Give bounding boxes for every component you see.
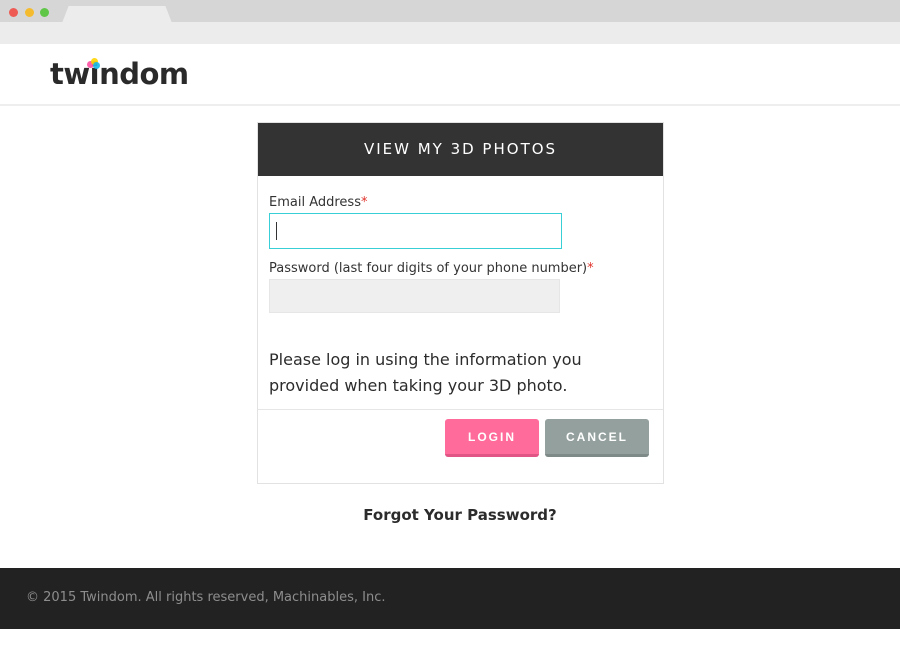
password-required-mark: * [587, 261, 594, 276]
password-field[interactable] [269, 279, 560, 313]
logo-dot-cyan [93, 62, 100, 69]
site-header: twindom [0, 44, 900, 106]
password-label-text: Password (last four digits of your phone… [269, 261, 588, 276]
email-label-text: Email Address [269, 195, 361, 210]
password-label: Password (last four digits of your phone… [269, 261, 594, 276]
twindom-logo[interactable]: twindom [50, 54, 189, 94]
browser-chrome [0, 0, 900, 23]
cancel-button[interactable]: CANCEL [545, 419, 649, 457]
logo-dots-icon [87, 58, 101, 70]
forgot-password-link[interactable]: Forgot Your Password? [0, 506, 900, 524]
logo-text: twindom [50, 57, 189, 91]
card-divider [258, 409, 663, 410]
maximize-window-icon[interactable] [40, 8, 49, 17]
footer-copyright: © 2015 Twindom. All rights reserved, Mac… [26, 590, 386, 605]
login-info-text: Please log in using the information you … [269, 350, 582, 395]
close-window-icon[interactable] [9, 8, 18, 17]
site-footer: © 2015 Twindom. All rights reserved, Mac… [0, 568, 900, 629]
login-card-title: VIEW MY 3D PHOTOS [258, 123, 663, 176]
browser-tab[interactable] [62, 6, 172, 23]
text-caret [276, 222, 277, 240]
login-card: VIEW MY 3D PHOTOS Email Address* Passwor… [257, 122, 664, 484]
email-field[interactable] [269, 213, 562, 249]
email-label: Email Address* [269, 195, 367, 210]
login-button[interactable]: LOGIN [445, 419, 539, 457]
minimize-window-icon[interactable] [25, 8, 34, 17]
email-required-mark: * [360, 195, 368, 210]
browser-toolbar [0, 22, 900, 44]
